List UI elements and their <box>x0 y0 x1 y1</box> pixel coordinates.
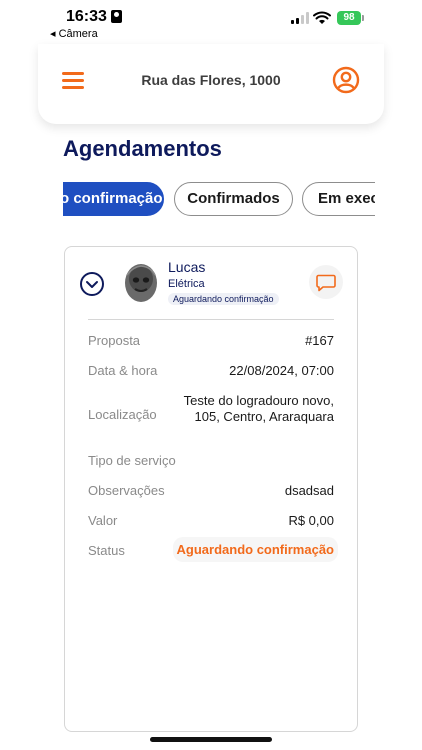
wifi-icon <box>313 11 331 24</box>
valor-label: Valor <box>88 513 118 528</box>
datahora-value: 22/08/2024, 07:00 <box>229 363 334 378</box>
avatar <box>123 263 159 303</box>
status-value: Aguardando confirmação <box>172 537 338 562</box>
status-bar: 16:33 ◂ Câmera 98 <box>0 0 422 44</box>
chat-bubble-icon[interactable] <box>309 265 343 299</box>
home-indicator <box>150 737 272 742</box>
provider-name: Lucas <box>168 259 206 275</box>
divider <box>88 319 334 320</box>
status-label: Status <box>88 543 125 558</box>
chevron-down-icon[interactable] <box>80 272 104 296</box>
app-header: Rua das Flores, 1000 <box>38 44 384 124</box>
service-category: Elétrica <box>168 278 205 290</box>
contact-card-icon <box>111 10 122 23</box>
back-to-app-link[interactable]: ◂ Câmera <box>50 27 98 40</box>
proposta-label: Proposta <box>88 333 141 348</box>
proposta-value: #167 <box>305 333 334 348</box>
localizacao-label: Localização <box>88 407 157 422</box>
localizacao-line2: 105, Centro, Araraquara <box>194 409 334 424</box>
observacoes-value: dsadsad <box>284 483 334 498</box>
address-label[interactable]: Rua das Flores, 1000 <box>98 72 324 88</box>
tab-em-execucao[interactable]: Em exec <box>302 182 375 216</box>
cellular-signal-icon <box>291 12 309 24</box>
tipo-servico-label: Tipo de serviço <box>88 453 176 468</box>
observacoes-label: Observações <box>88 483 165 498</box>
user-circle-icon[interactable] <box>332 66 360 94</box>
valor-value: R$ 0,00 <box>288 513 334 528</box>
status-tabs: o confirmação Confirmados Em exec <box>63 182 375 216</box>
detail-row-localizacao: Localização Teste do logradouro novo, 10… <box>88 393 334 433</box>
hamburger-menu-icon[interactable] <box>62 72 84 90</box>
battery-indicator: 98 <box>337 11 364 25</box>
status-time: 16:33 <box>66 8 107 25</box>
appointment-card: Lucas Elétrica Aguardando confirmação Pr… <box>64 246 358 732</box>
status-badge: Aguardando confirmação <box>168 293 279 305</box>
datahora-label: Data & hora <box>88 363 158 378</box>
localizacao-line1: Teste do logradouro novo, <box>183 393 334 408</box>
tab-confirmados[interactable]: Confirmados <box>174 182 293 216</box>
tab-aguardando-confirmacao[interactable]: o confirmação <box>63 182 164 216</box>
page-title: Agendamentos <box>63 136 222 161</box>
